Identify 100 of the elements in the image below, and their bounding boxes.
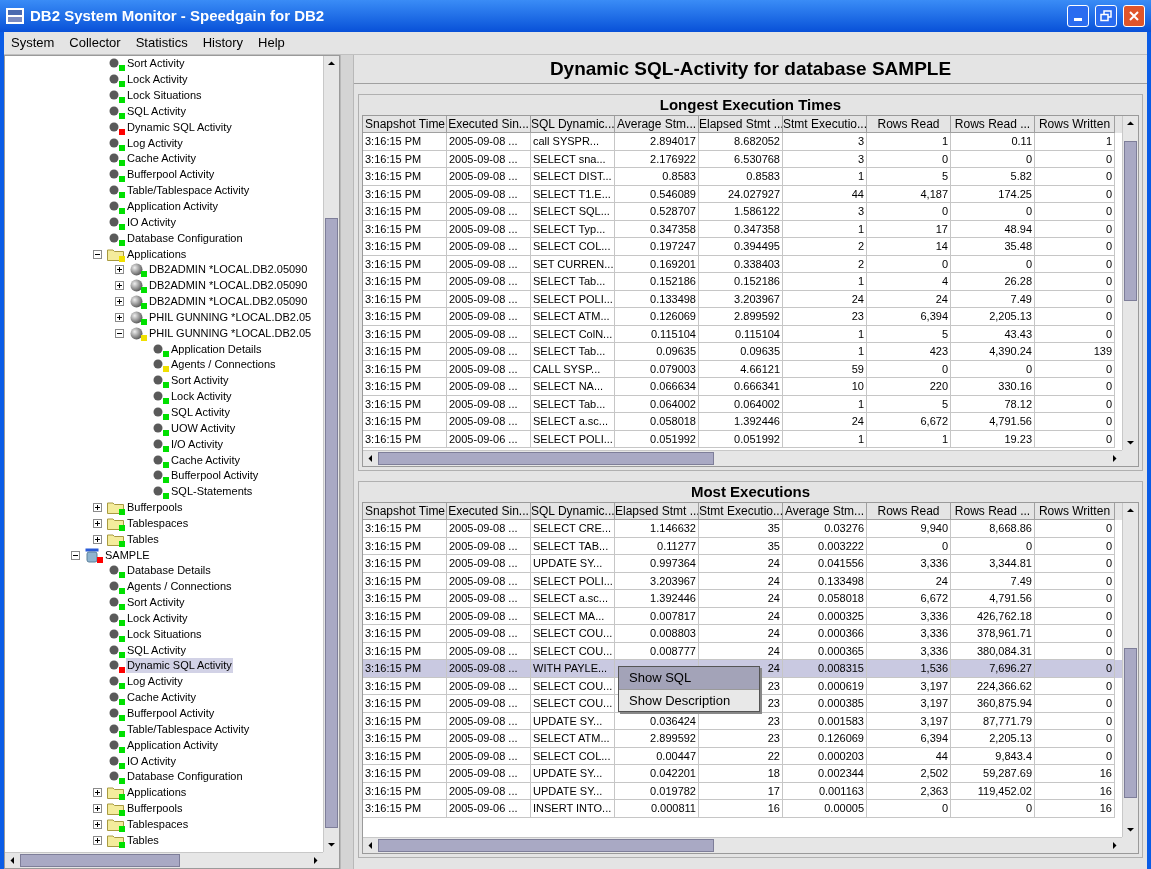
table-cell: 2,205.13 (989, 310, 1032, 322)
table-cell: 2,502 (920, 767, 948, 779)
table-cell: 0.001163 (818, 784, 864, 797)
table-cell: 0.002344 (818, 767, 864, 779)
table-cell: 35.48 (1004, 240, 1032, 252)
table-cell: 43.43 (1004, 327, 1032, 340)
table-cell: 0.000365 (818, 644, 864, 657)
table-cell: 139 (1093, 345, 1112, 357)
table-cell: SELECT COU... (533, 644, 613, 657)
table-cell: 0 (1105, 697, 1112, 709)
table-cell: 1 (857, 327, 864, 340)
table-cell: 0.019782 (650, 784, 696, 797)
table-cell: 24 (851, 415, 864, 427)
table-cell: 3:16:15 PM (365, 152, 422, 165)
table-cell: 3:16:15 PM (365, 802, 422, 814)
table-cell: SELECT NA... (533, 380, 604, 392)
table-cell: 0.528707 (650, 205, 696, 217)
table-cell: 3.203967 (650, 574, 696, 587)
table-cell: 380,084.31 (976, 644, 1032, 657)
table-cell: 59 (851, 362, 864, 375)
table-cell: 0.036424 (650, 714, 696, 727)
table-cell: 2005-09-08 ... (449, 784, 518, 797)
table-cell: 78.12 (1004, 397, 1032, 410)
table-cell: 0.000366 (818, 627, 864, 639)
table-cell: 2005-09-08 ... (449, 767, 518, 779)
table-cell: 8.682052 (734, 135, 780, 147)
table-cell: 26.28 (1004, 275, 1032, 287)
table-cell: 2.899592 (734, 310, 780, 322)
table-cell: 0.003222 (818, 539, 864, 552)
table-cell: 0 (941, 362, 948, 375)
table-cell: 2005-09-08 ... (449, 574, 518, 587)
table-cell: 2,205.13 (989, 732, 1032, 744)
table-cell: 0 (1105, 539, 1112, 552)
table-cell: 0.064002 (734, 397, 780, 410)
table-cell: 0 (1105, 205, 1112, 217)
table-cell: 1,536 (920, 662, 948, 674)
table-cell: 0.11 (1011, 135, 1032, 147)
table-cell: 0.8583 (746, 170, 780, 182)
table-cell: 24 (935, 574, 948, 587)
table-cell: 14 (935, 240, 948, 252)
table-cell: 2005-09-08 ... (449, 222, 518, 235)
table-cell: 24 (767, 557, 780, 569)
table-cell: SELECT CRE... (533, 522, 612, 534)
table-cell: 0 (1105, 644, 1112, 657)
table-cell: SELECT Typ... (533, 222, 606, 235)
table-cell: 24 (767, 644, 780, 657)
table-cell: 3:16:15 PM (365, 679, 422, 692)
table-cell: 378,961.71 (976, 627, 1032, 639)
table-cell: 3:16:15 PM (365, 257, 422, 270)
table-cell: 7,696.27 (989, 662, 1032, 674)
table-cell: 0 (1105, 275, 1112, 287)
table-cell: 2005-09-08 ... (449, 415, 518, 427)
table-cell: 3:16:15 PM (365, 767, 422, 779)
table-cell: 0.126069 (818, 732, 864, 744)
table-cell: 3:16:15 PM (365, 432, 422, 445)
table-cell: 3:16:15 PM (365, 574, 422, 587)
table-cell: 0.115104 (650, 327, 696, 340)
table-cell: 35 (767, 539, 780, 552)
table-cell: 2005-09-08 ... (449, 627, 518, 639)
table-cell: SELECT POLI... (533, 574, 613, 587)
table-cell: 1 (857, 170, 864, 182)
table-cell: 2005-09-08 ... (449, 662, 518, 674)
table-cell: 24.027927 (728, 187, 780, 200)
table-cell: 3,344.81 (989, 557, 1032, 569)
table-cell: 0 (941, 539, 948, 552)
table-cell: 3:16:15 PM (365, 170, 422, 182)
table-cell: 24 (767, 627, 780, 639)
table-cell: 3 (857, 135, 864, 147)
table-cell: 2005-09-08 ... (449, 522, 518, 534)
table-cell: 4 (941, 275, 948, 287)
table-cell: 0.133498 (650, 292, 696, 305)
table-cell: UPDATE SY... (533, 557, 603, 569)
table-cell: 2005-09-08 ... (449, 362, 518, 375)
table-cell: SELECT ATM... (533, 310, 610, 322)
table-cell: 1 (857, 345, 864, 357)
table-cell: 0 (1105, 574, 1112, 587)
table-cell: 0 (1105, 522, 1112, 534)
table-cell: 2005-09-08 ... (449, 205, 518, 217)
table-cell: 119,452.02 (977, 784, 1032, 797)
table-cell: 2005-09-08 ... (449, 592, 518, 604)
table-cell: 3:16:15 PM (365, 557, 422, 569)
table-cell: SET CURREN... (533, 257, 614, 270)
table-cell: 3:16:15 PM (365, 714, 422, 727)
table-cell: 0.064002 (650, 397, 696, 410)
table-cell: 0 (941, 205, 948, 217)
table-cell: 2005-09-08 ... (449, 257, 518, 270)
table-cell: 4,390.24 (989, 345, 1032, 357)
table-cell: 7.49 (1010, 574, 1032, 587)
table-cell: 0 (1025, 205, 1032, 217)
table-cell: 0 (1105, 380, 1112, 392)
table-cell: 19.23 (1004, 432, 1032, 445)
table-cell: 16 (1099, 767, 1112, 779)
table-cell: 0 (1025, 802, 1032, 814)
table-cell: 87,771.79 (983, 714, 1032, 727)
table-cell: 2.176922 (650, 152, 696, 165)
table-cell: 1.392446 (650, 592, 696, 604)
table-cell: 3:16:15 PM (365, 222, 422, 235)
table-cell: SELECT POLI... (533, 432, 613, 445)
table-cell: SELECT Tab... (533, 275, 606, 287)
table-cell: 2005-09-08 ... (449, 152, 518, 165)
